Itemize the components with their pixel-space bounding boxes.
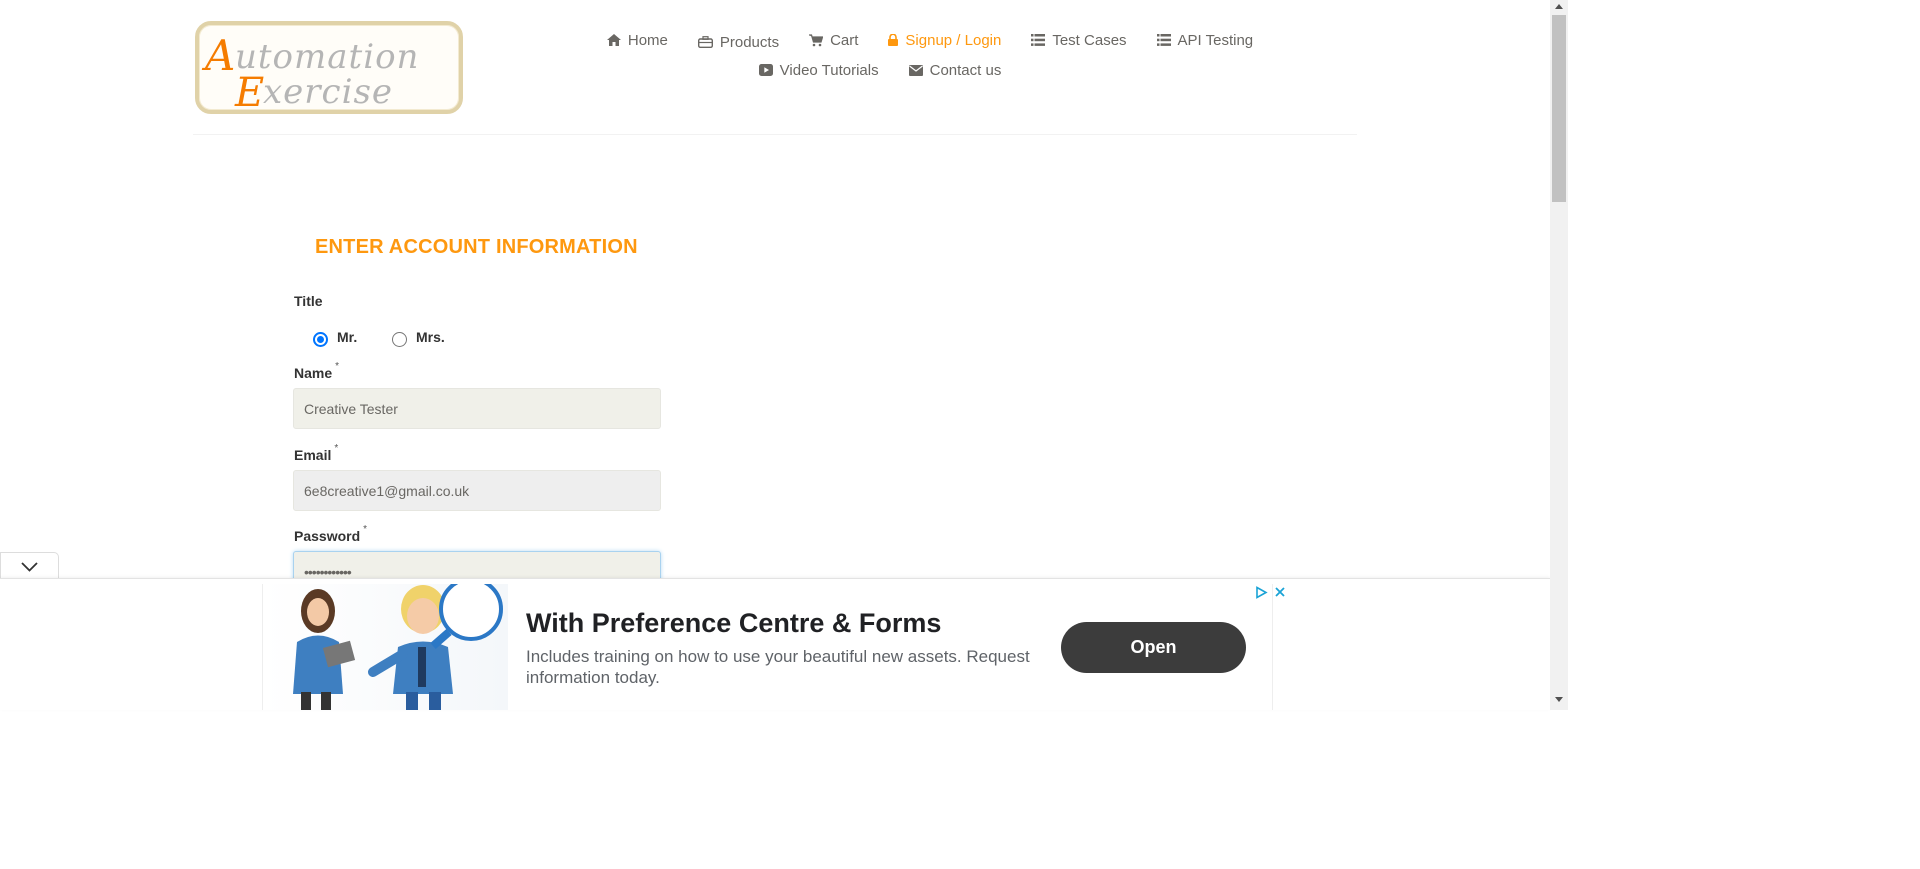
nav-signup-login[interactable]: Signup / Login xyxy=(873,28,1016,52)
nav-signup-login-label: Signup / Login xyxy=(905,31,1002,49)
logo-word-2: xercise xyxy=(263,72,393,112)
nav-products-label: Products xyxy=(719,33,780,51)
close-icon[interactable] xyxy=(1274,586,1286,598)
envelope-icon xyxy=(908,64,923,76)
cart-icon xyxy=(809,33,824,46)
radio-mrs-input[interactable] xyxy=(392,332,407,347)
site-logo[interactable]: A utomation E xercise xyxy=(195,21,463,114)
ad-headline[interactable]: With Preference Centre & Forms xyxy=(526,608,941,639)
name-label-text: Name xyxy=(294,365,333,381)
ad-open-button[interactable]: Open xyxy=(1061,622,1246,673)
scroll-down-arrow-icon[interactable] xyxy=(1555,697,1563,702)
ad-illustration xyxy=(263,584,508,710)
ad-body-text: Includes training on how to use your bea… xyxy=(526,647,1030,687)
name-field-value: Creative Tester xyxy=(304,400,398,417)
nav-home-label: Home xyxy=(627,31,668,49)
password-label-text: Password xyxy=(294,528,361,544)
adchoices-icon[interactable] xyxy=(1255,586,1268,599)
title-label: Title xyxy=(294,293,323,309)
page-scrollbar[interactable] xyxy=(1550,0,1568,710)
ad-banner[interactable]: With Preference Centre & Forms Includes … xyxy=(262,584,1285,710)
nav-api-testing[interactable]: API Testing xyxy=(1142,28,1269,52)
radio-mr-input[interactable] xyxy=(313,332,328,347)
required-mark: * xyxy=(335,361,340,372)
nav-contact-us[interactable]: Contact us xyxy=(894,58,1017,82)
name-field[interactable]: Creative Tester xyxy=(293,388,661,429)
nav-video-tutorials-label: Video Tutorials xyxy=(779,61,879,79)
radio-mr[interactable]: Mr. xyxy=(313,326,357,347)
header-divider xyxy=(193,134,1357,135)
nav-contact-us-label: Contact us xyxy=(929,61,1002,79)
ad-collapse-button[interactable] xyxy=(0,552,59,579)
email-field[interactable]: 6e8creative1@gmail.co.uk xyxy=(293,470,661,511)
required-mark: * xyxy=(334,443,339,454)
nav-cart[interactable]: Cart xyxy=(794,28,873,52)
ad-controls xyxy=(1255,586,1286,599)
password-label: Password * xyxy=(294,524,367,544)
name-label: Name * xyxy=(294,361,339,381)
nav-test-cases[interactable]: Test Cases xyxy=(1016,28,1141,52)
scrollbar-thumb[interactable] xyxy=(1552,15,1566,202)
nav-api-testing-label: API Testing xyxy=(1177,31,1254,49)
nav-home[interactable]: Home xyxy=(592,28,683,52)
email-label-text: Email xyxy=(294,447,332,463)
nav-cart-label: Cart xyxy=(830,31,859,49)
nav-video-tutorials[interactable]: Video Tutorials xyxy=(744,58,894,82)
radio-mrs[interactable]: Mrs. xyxy=(392,326,445,347)
briefcase-icon xyxy=(697,36,713,48)
list-icon xyxy=(1156,34,1171,46)
logo-letter-a: A xyxy=(201,31,235,80)
email-label: Email * xyxy=(294,443,338,463)
nav-products[interactable]: Products xyxy=(683,28,794,52)
required-mark: * xyxy=(363,524,368,535)
radio-mrs-label: Mrs. xyxy=(416,328,445,345)
nav-test-cases-label: Test Cases xyxy=(1052,31,1127,49)
lock-icon xyxy=(888,34,899,46)
scroll-up-arrow-icon[interactable] xyxy=(1555,4,1563,9)
chevron-down-icon xyxy=(21,562,38,572)
list-icon xyxy=(1031,34,1046,46)
home-icon xyxy=(606,34,621,46)
youtube-icon xyxy=(758,64,773,76)
logo-letter-e: E xyxy=(234,70,264,112)
email-field-value: 6e8creative1@gmail.co.uk xyxy=(304,482,470,499)
form-title: ENTER ACCOUNT INFORMATION xyxy=(315,236,638,258)
radio-mr-label: Mr. xyxy=(337,328,358,345)
